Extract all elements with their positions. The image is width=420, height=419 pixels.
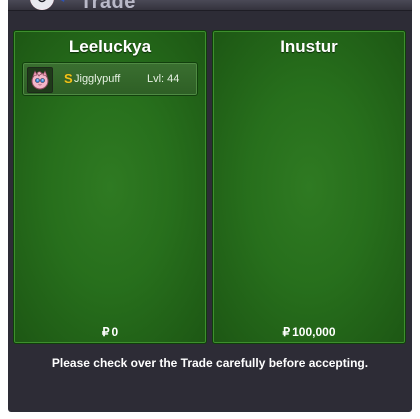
pokeball-logo-icon [30, 0, 65, 10]
title-bar[interactable]: Trade [8, 0, 412, 13]
left-money-amount: 0 [111, 325, 119, 339]
pokedollar-icon: ₽ [282, 325, 291, 339]
jigglypuff-sprite-icon [27, 67, 53, 93]
shiny-star-icon: S [64, 71, 73, 86]
jigglypuff-icon [31, 70, 49, 90]
pokemon-level: Lvl: 44 [147, 73, 180, 85]
trade-item-row[interactable]: S Jigglypuff Lvl: 44 [22, 62, 198, 96]
right-money-amount: 100,000 [292, 325, 336, 339]
right-money-offer: ₽100,000 [213, 325, 405, 339]
left-money-offer: ₽0 [14, 325, 206, 339]
window-title: Trade [80, 0, 136, 13]
right-trade-panel: Inustur ₽100,000 [212, 30, 406, 344]
left-player-name: Leeluckya [68, 37, 152, 56]
pokemon-name: Jigglypuff [74, 73, 121, 85]
right-player-name: Inustur [280, 37, 338, 56]
pokedollar-icon: ₽ [101, 325, 110, 339]
left-trade-panel: Leeluckya S Jigglypuff Lvl: 44 ₽ 0 [13, 30, 207, 344]
trade-notice: Please check over the Trade carefully be… [51, 356, 369, 370]
trade-window: Trade Leeluckya S Jigglypuff Lvl: 44 ₽ 0… [8, 0, 412, 412]
